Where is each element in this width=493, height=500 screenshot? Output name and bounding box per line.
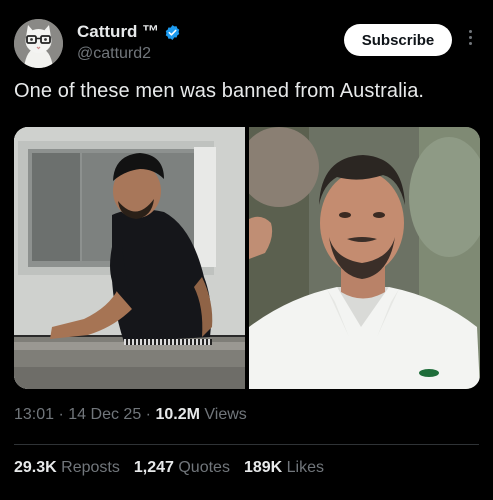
post-date[interactable]: 14 Dec 25 [68, 406, 141, 423]
likes-stat[interactable]: 189K Likes [244, 459, 324, 477]
views-label: Views [204, 406, 247, 423]
more-options-icon[interactable] [466, 30, 474, 50]
likes-label: Likes [286, 459, 325, 476]
engagement-stats: 29.3K Reposts 1,247 Quotes 189K Likes [14, 459, 324, 477]
quotes-count: 1,247 [133, 459, 174, 476]
reposts-stat[interactable]: 29.3K Reposts [14, 459, 120, 477]
likes-count: 189K [243, 459, 283, 476]
reposts-label: Reposts [61, 459, 120, 476]
quotes-stat[interactable]: 1,247 Quotes [134, 459, 230, 477]
post-time[interactable]: 13:01 [14, 406, 54, 423]
post-meta: 13:01 · 14 Dec 25 · 10.2M Views [14, 406, 247, 424]
avatar[interactable] [14, 19, 63, 68]
reposts-count: 29.3K [14, 459, 57, 476]
views-count[interactable]: 10.2M [155, 406, 199, 423]
quotes-label: Quotes [178, 459, 230, 476]
author-name-row[interactable]: Catturd ™ [77, 22, 181, 42]
photo-right[interactable] [249, 127, 480, 389]
meta-separator: · [58, 406, 64, 423]
meta-separator: · [145, 406, 151, 423]
photo-left[interactable] [14, 127, 245, 389]
verified-badge-icon[interactable] [164, 24, 181, 41]
media-grid [14, 127, 480, 389]
post-text: One of these men was banned from Austral… [14, 80, 425, 102]
subscribe-button[interactable]: Subscribe [344, 24, 452, 56]
author-name[interactable]: Catturd ™ [77, 22, 159, 42]
tennis-player-photo [249, 127, 480, 389]
author-handle[interactable]: @catturd2 [77, 45, 151, 63]
cat-avatar-image [14, 19, 63, 68]
divider [14, 444, 479, 445]
man-on-wall-photo [14, 127, 245, 389]
